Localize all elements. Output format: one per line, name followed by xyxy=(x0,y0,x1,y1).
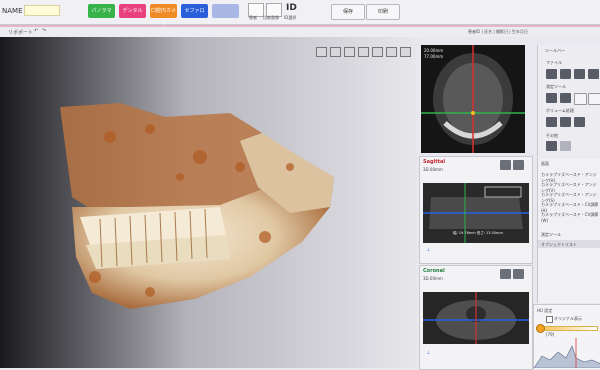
viewer-orientation-icon xyxy=(8,329,18,339)
property-item[interactable]: カメラプリズベースド・アンジング(V) xyxy=(541,182,599,193)
property-item[interactable]: カメラプリズベースド・CV調節(H) xyxy=(541,202,599,213)
export-icon[interactable] xyxy=(574,69,585,79)
save-button[interactable]: 保存 xyxy=(331,4,365,20)
coronal-title: Coronal xyxy=(423,268,445,274)
hu-histogram xyxy=(534,338,600,368)
save-file-icon[interactable] xyxy=(560,69,571,79)
histogram-panel: HU 設定 オリジナル表示 [79] [235] xyxy=(533,304,600,369)
sagittal-measure: 幅: 19.78mm 長さ: 13.50mm xyxy=(453,231,503,235)
original-display-label: オリジナル表示 xyxy=(554,316,582,321)
view-tool-icon-7[interactable] xyxy=(400,47,411,57)
undo-icon[interactable]: ↶ xyxy=(34,28,38,34)
coronal-axis-icon: ⊥ xyxy=(426,350,431,356)
coronal-view[interactable] xyxy=(423,292,529,344)
print-button[interactable]: 印刷 xyxy=(366,4,400,20)
sagittal-info: 3D.00mm xyxy=(423,167,443,172)
other-tool-icon-2[interactable] xyxy=(560,141,571,151)
axial-scan xyxy=(421,45,525,153)
view-tool-icon-1[interactable] xyxy=(316,47,327,57)
top-toolbar: NAME パノラマ デンタル 口腔内カメラ セファロ 患者 比較画像 ID ID… xyxy=(0,0,600,28)
name-field[interactable] xyxy=(24,5,60,16)
coronal-scan xyxy=(423,292,529,344)
print-icon[interactable] xyxy=(588,69,599,79)
coronal-info: 3D.00mm xyxy=(423,276,443,281)
volume-label: ボリューム処理 xyxy=(546,108,574,113)
open-file-icon[interactable] xyxy=(546,69,557,79)
coronal-layout-icon[interactable] xyxy=(500,269,511,279)
panorama-button[interactable]: パノラマ xyxy=(88,4,115,18)
sagittal-view[interactable]: 幅: 19.78mm 長さ: 13.50mm xyxy=(423,183,529,243)
brush-tool-icon[interactable] xyxy=(546,117,557,127)
original-display-checkbox[interactable] xyxy=(546,316,553,323)
property-item[interactable]: カメラプリズベースド・アンジング(H) xyxy=(541,172,599,183)
name-label: NAME xyxy=(2,7,23,15)
report-link[interactable]: リポポート xyxy=(8,29,33,36)
hu-slider-handle-left[interactable] xyxy=(536,324,545,333)
measure-tool-label: 測定ツール xyxy=(541,232,561,237)
other-tool-icon-1[interactable] xyxy=(546,141,557,151)
axial-info-2: 77.00mm xyxy=(424,54,444,59)
property-list: カメラプリズベースド・アンジング(H) カメラプリズベースド・アンジング(V) … xyxy=(541,172,599,223)
axial-info-1: 20.00mm xyxy=(424,48,444,53)
sculpt-tool-icon[interactable] xyxy=(574,117,585,127)
cephalo-button[interactable]: セファロ xyxy=(181,4,208,18)
patient-caption: 患者 xyxy=(249,15,257,20)
histogram-title: HU 設定 xyxy=(537,308,553,313)
other-label: その他 xyxy=(546,133,558,138)
hu-range-slider[interactable] xyxy=(538,326,598,331)
id-icon[interactable]: ID xyxy=(286,3,297,13)
property-item[interactable]: カメラプリズベースド・アンジング(S) xyxy=(541,192,599,203)
hu-value-left: [79] xyxy=(546,332,555,337)
angle-tool-icon[interactable] xyxy=(560,93,571,103)
ct-button[interactable] xyxy=(212,4,239,18)
tool-panel: ツールバー ファイル 測定ツール ボリューム処理 その他 xyxy=(537,45,600,157)
id-caption: ID選択 xyxy=(284,15,297,20)
jaw-3d-render xyxy=(60,103,334,309)
view-tool-icon-4[interactable] xyxy=(358,47,369,57)
measure-tools-label: 測定ツール xyxy=(546,84,566,89)
circle-tool-icon[interactable] xyxy=(574,93,587,105)
redo-icon[interactable]: ↷ xyxy=(42,28,46,34)
file-label: ファイル xyxy=(546,60,562,65)
rect-tool-icon[interactable] xyxy=(588,93,600,105)
axial-view[interactable]: 20.00mm 77.00mm xyxy=(421,45,525,153)
3d-volume-viewer[interactable] xyxy=(0,37,418,368)
intraoral-camera-button[interactable]: 口腔内カメラ xyxy=(150,4,177,28)
coronal-grid-icon[interactable] xyxy=(513,269,524,279)
object-list-header[interactable]: オブジェクトリスト xyxy=(538,240,600,248)
line-tool-icon[interactable] xyxy=(546,93,557,103)
view-tool-icon-6[interactable] xyxy=(386,47,397,57)
view-tool-icon-5[interactable] xyxy=(372,47,383,57)
patient-info: 患者ID | 氏名 | 撮影日 | 生年月日 xyxy=(468,29,528,34)
tool-panel-title: ツールバー xyxy=(545,48,565,53)
compare-caption: 比較画像 xyxy=(263,15,279,20)
property-item[interactable]: カメラプリズベースド・CV調節(W) xyxy=(541,212,599,223)
dental-button[interactable]: デンタル xyxy=(119,4,146,18)
sub-toolbar: リポポート ↶ ↷ 患者ID | 氏名 | 撮影日 | 生年月日 xyxy=(0,27,600,37)
view-tool-icon-3[interactable] xyxy=(344,47,355,57)
sagittal-grid-icon[interactable] xyxy=(513,160,524,170)
coronal-panel: Coronal 3D.00mm ⊥ xyxy=(419,265,533,370)
property-title: 画面 xyxy=(541,161,549,166)
property-panel: 画面 カメラプリズベースド・アンジング(H) カメラプリズベースド・アンジング(… xyxy=(537,158,600,303)
cut-tool-icon[interactable] xyxy=(560,117,571,127)
sagittal-title: Sagittal xyxy=(423,159,446,165)
sagittal-axis-icon: ⊥ xyxy=(426,247,431,253)
sagittal-panel: Sagittal 3D.00mm 幅: 19.78mm 長さ: 13.50mm … xyxy=(419,156,533,264)
view-tool-icon-2[interactable] xyxy=(330,47,341,57)
object-list-label: オブジェクトリスト xyxy=(541,242,577,247)
sagittal-layout-icon[interactable] xyxy=(500,160,511,170)
